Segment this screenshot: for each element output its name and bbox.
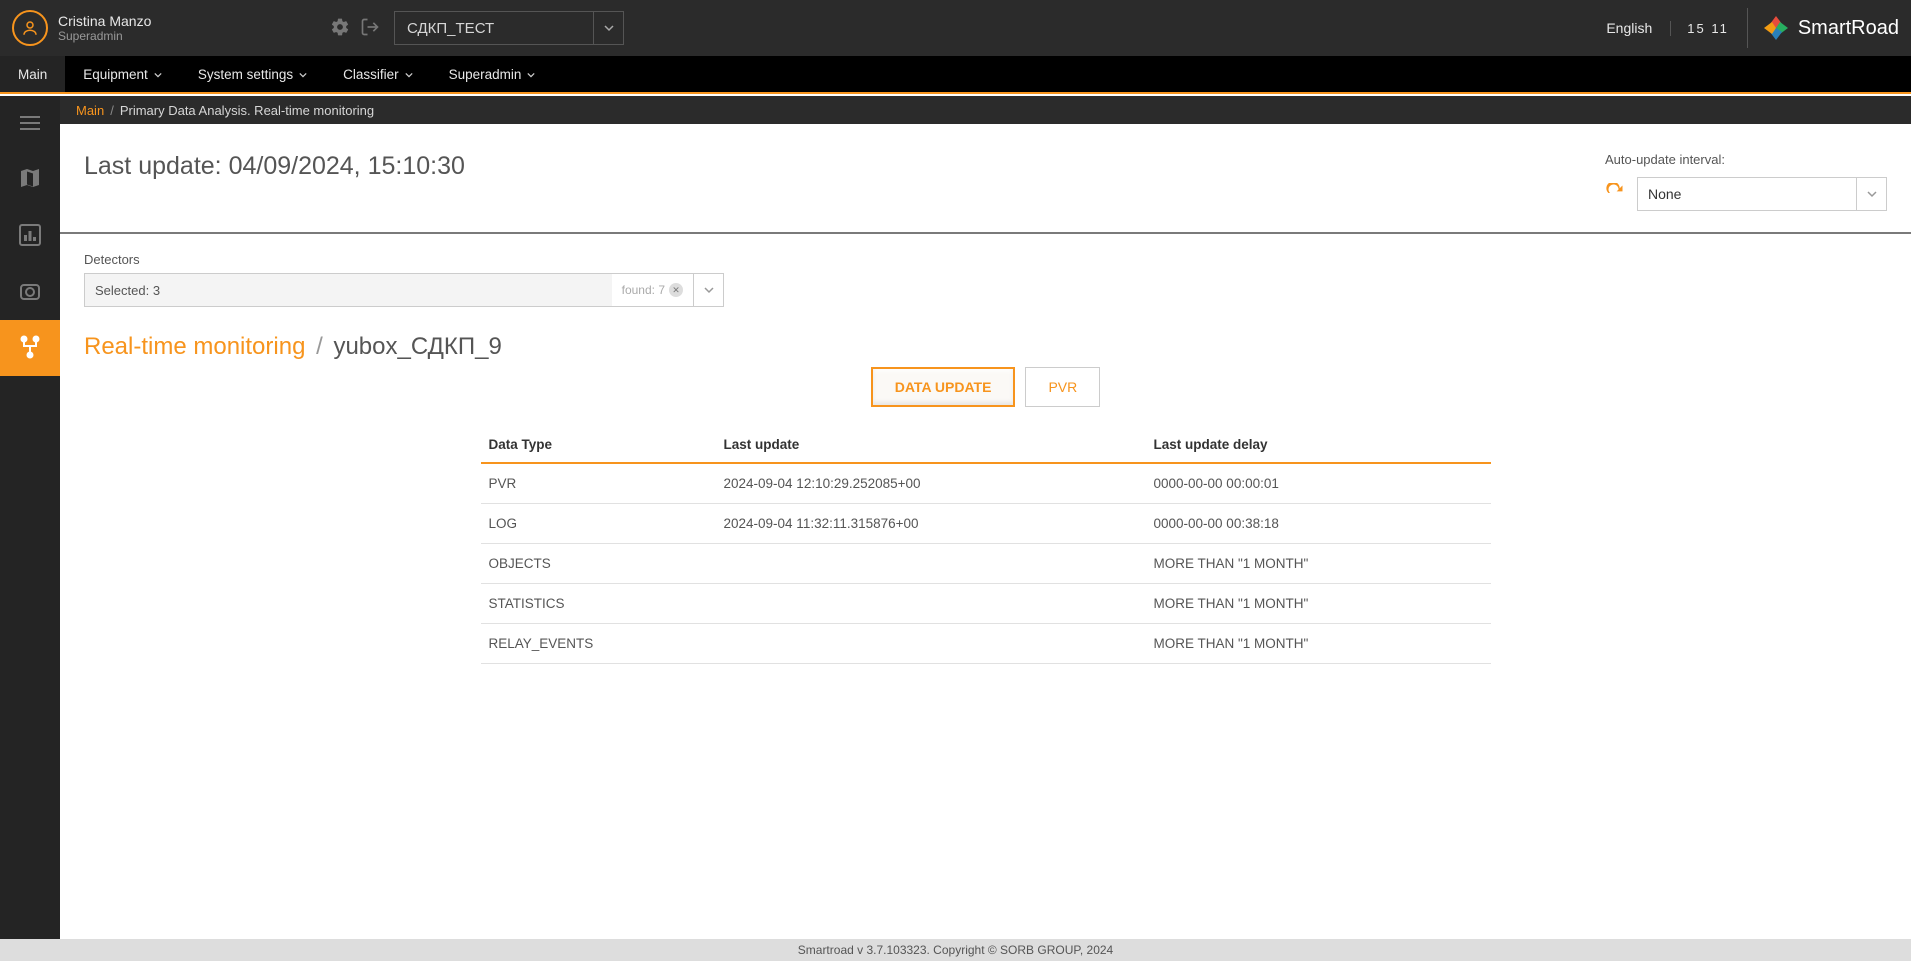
clear-icon[interactable]: ✕ [669, 283, 683, 297]
sidebar-item-map[interactable] [0, 152, 60, 208]
auto-update-select[interactable]: None [1637, 177, 1887, 211]
brand-logo-icon [1762, 14, 1790, 42]
map-icon [18, 167, 42, 194]
auto-update-label: Auto-update interval: [1605, 152, 1725, 167]
camera-icon [18, 279, 42, 306]
left-sidebar [0, 96, 60, 939]
content-header: Last update: 04/09/2024, 15:10:30 Auto-u… [60, 124, 1911, 234]
detectors-select[interactable]: Selected: 3 found: 7 ✕ [84, 273, 724, 307]
table-header-row: Data Type Last update Last update delay [481, 427, 1491, 463]
sidebar-item-stats[interactable] [0, 208, 60, 264]
table-row: PVR 2024-09-04 12:10:29.252085+00 0000-0… [481, 463, 1491, 504]
auto-update-block: Auto-update interval: None [1605, 152, 1887, 211]
nav-item-superadmin[interactable]: Superadmin [431, 56, 554, 92]
th-last-update: Last update [716, 427, 1146, 463]
language-switch[interactable]: English [1606, 20, 1652, 36]
detectors-label: Detectors [84, 252, 1887, 267]
nav-item-classifier[interactable]: Classifier [325, 56, 431, 92]
nav-item-system-settings[interactable]: System settings [180, 56, 325, 92]
user-role: Superadmin [58, 29, 151, 43]
project-select-value: СДКП_ТЕСТ [407, 20, 494, 37]
nav-item-equipment[interactable]: Equipment [65, 56, 180, 92]
network-icon [18, 335, 42, 362]
table-row: STATISTICS MORE THAN "1 MONTH" [481, 584, 1491, 624]
detectors-section: Detectors Selected: 3 found: 7 ✕ [60, 234, 1911, 307]
section-rt: Real-time monitoring [84, 333, 305, 360]
detectors-selected: Selected: 3 [85, 274, 612, 306]
hamburger-icon [20, 116, 40, 133]
table-row: RELAY_EVENTS MORE THAN "1 MONTH" [481, 624, 1491, 664]
nav-item-main[interactable]: Main [0, 56, 65, 92]
chevron-down-icon [693, 274, 723, 306]
sidebar-hamburger[interactable] [0, 96, 60, 152]
table-row: OBJECTS MORE THAN "1 MONTH" [481, 544, 1491, 584]
top-header: Cristina Manzo Superadmin СДКП_ТЕСТ Engl… [0, 0, 1911, 56]
tabs: DATA UPDATE PVR [60, 367, 1911, 407]
logout-icon[interactable] [360, 17, 380, 40]
breadcrumb-page: Primary Data Analysis. Real-time monitor… [120, 103, 374, 118]
main-nav: Main Equipment System settings Classifie… [0, 56, 1911, 94]
auto-update-value: None [1648, 186, 1681, 202]
chevron-down-icon [593, 12, 623, 44]
breadcrumb-main[interactable]: Main [76, 103, 104, 118]
last-update: Last update: 04/09/2024, 15:10:30 [84, 152, 465, 181]
bar-chart-icon [18, 223, 42, 250]
project-select[interactable]: СДКП_ТЕСТ [394, 11, 624, 45]
header-icons [330, 17, 380, 40]
section-name: yubox_СДКП_9 [333, 333, 501, 360]
data-table: Data Type Last update Last update delay … [481, 427, 1491, 664]
th-delay: Last update delay [1146, 427, 1491, 463]
clock: 15 11 [1670, 21, 1729, 36]
user-name: Cristina Manzo [58, 13, 151, 29]
th-data-type: Data Type [481, 427, 716, 463]
section-title: Real-time monitoring / yubox_СДКП_9 [60, 307, 1911, 361]
breadcrumb: Main / Primary Data Analysis. Real-time … [60, 96, 1911, 124]
brand-text: SmartRoad [1798, 17, 1899, 40]
detectors-found: found: 7 ✕ [612, 283, 693, 297]
user-avatar-icon[interactable] [12, 10, 48, 46]
user-block: Cristina Manzo Superadmin [0, 10, 300, 46]
chevron-down-icon [405, 67, 413, 82]
chevron-down-icon [299, 67, 307, 82]
tab-data-update[interactable]: DATA UPDATE [871, 367, 1016, 407]
chevron-down-icon [1856, 178, 1886, 210]
footer: Smartroad v 3.7.103323. Copyright © SORB… [0, 939, 1911, 961]
gear-icon[interactable] [330, 17, 350, 40]
chevron-down-icon [154, 67, 162, 82]
chevron-down-icon [527, 67, 535, 82]
refresh-icon[interactable] [1605, 183, 1625, 206]
brand: SmartRoad [1747, 8, 1899, 48]
tab-pvr[interactable]: PVR [1025, 367, 1100, 407]
sidebar-item-camera[interactable] [0, 264, 60, 320]
sidebar-item-realtime[interactable] [0, 320, 60, 376]
content: Last update: 04/09/2024, 15:10:30 Auto-u… [60, 124, 1911, 939]
table-row: LOG 2024-09-04 11:32:11.315876+00 0000-0… [481, 504, 1491, 544]
